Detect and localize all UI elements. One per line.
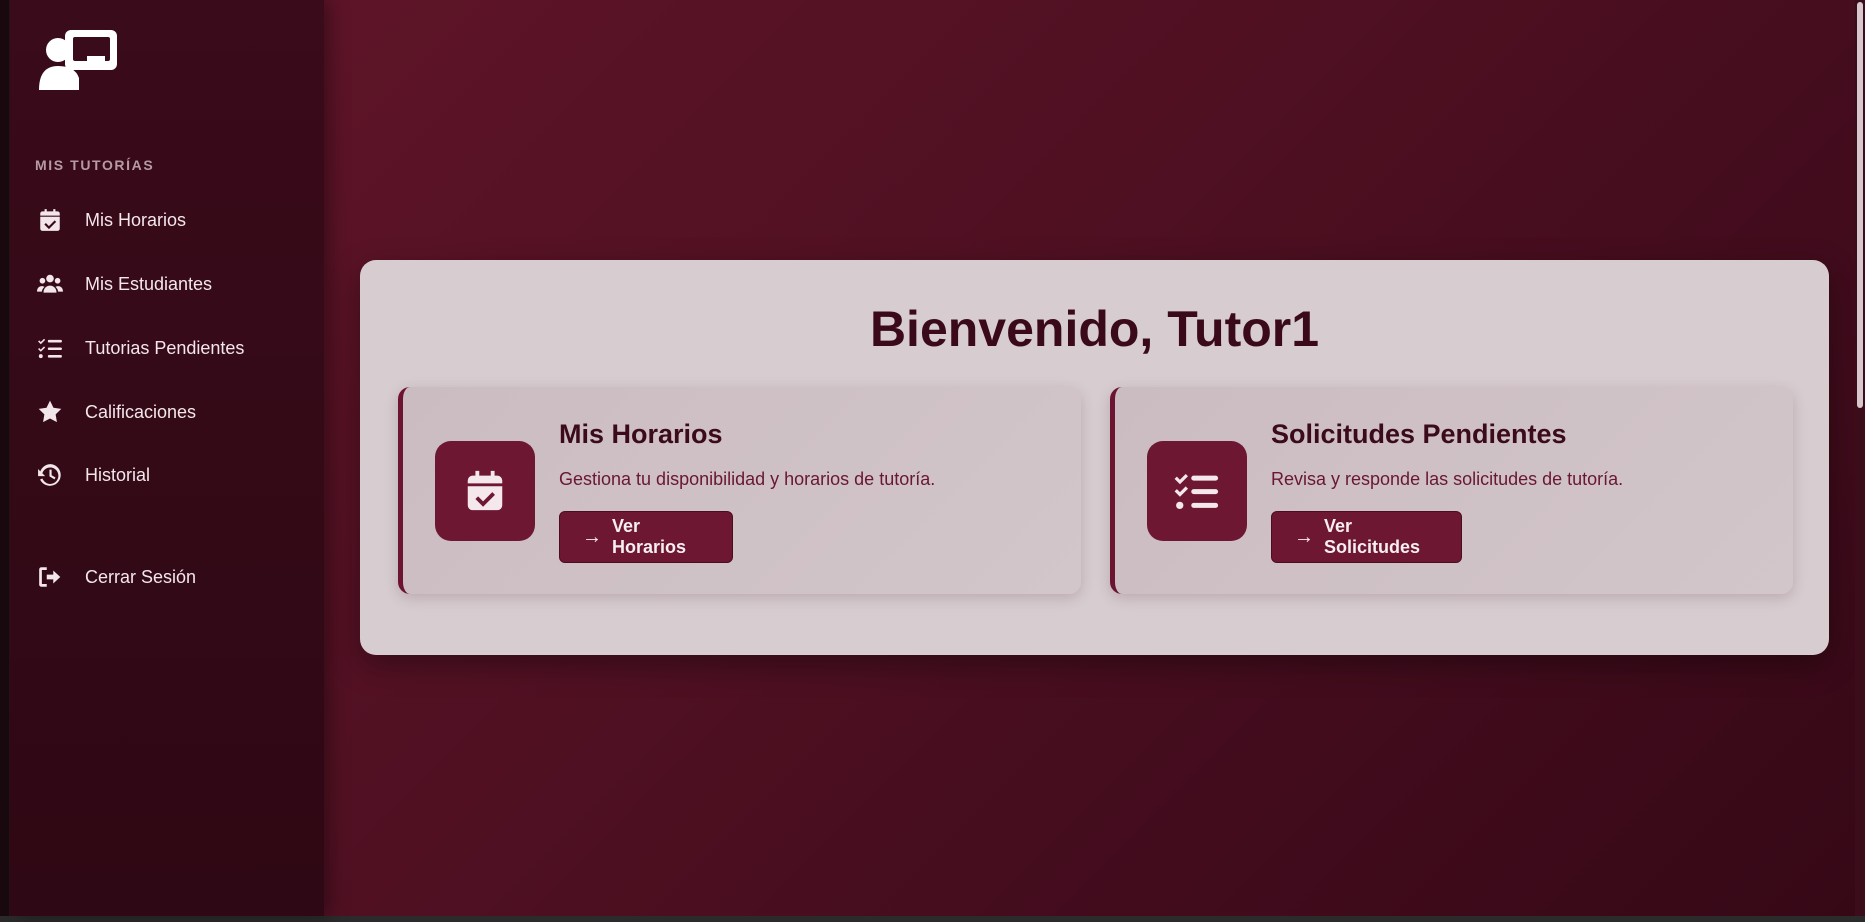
- arrow-right-icon: →: [582, 525, 602, 548]
- list-check-icon: [35, 333, 65, 363]
- vertical-scrollbar[interactable]: [1855, 0, 1865, 916]
- calendar-check-icon: [35, 205, 65, 235]
- sidebar-item-historial[interactable]: Historial: [35, 455, 315, 495]
- card-description: Revisa y responde las solicitudes de tut…: [1271, 469, 1624, 489]
- sidebar-item-tutorias-pendientes[interactable]: Tutorias Pendientes: [35, 328, 315, 368]
- logout-label: Cerrar Sesión: [85, 566, 197, 587]
- scrollbar-thumb[interactable]: [1857, 2, 1863, 408]
- main-content: Bienvenido, Tutor1 Mis Horarios Gestiona…: [324, 0, 1865, 916]
- card-solicitudes-pendientes: Solicitudes Pendientes Revisa y responde…: [1110, 387, 1793, 594]
- sidebar-item-label: Historial: [85, 464, 151, 485]
- calendar-check-icon: [435, 441, 535, 541]
- logout-button[interactable]: Cerrar Sesión: [35, 557, 315, 597]
- sidebar: MIS TUTORÍAS Mis Horarios Mis Estudiante…: [10, 0, 324, 916]
- ver-solicitudes-button[interactable]: → Ver Solicitudes: [1271, 511, 1462, 563]
- sidebar-item-label: Mis Estudiantes: [85, 273, 213, 294]
- sidebar-item-label: Tutorias Pendientes: [85, 337, 245, 358]
- tutor-logo-icon[interactable]: [35, 24, 121, 90]
- users-icon: [35, 269, 65, 299]
- sidebar-item-mis-horarios[interactable]: Mis Horarios: [35, 200, 315, 240]
- button-label: Ver Horarios: [612, 516, 687, 557]
- sidebar-item-mis-estudiantes[interactable]: Mis Estudiantes: [35, 264, 315, 304]
- ver-horarios-button[interactable]: → Ver Horarios: [559, 511, 733, 563]
- card-description: Gestiona tu disponibilidad y horarios de…: [559, 469, 936, 489]
- history-icon: [35, 460, 65, 490]
- bottom-edge: [0, 916, 1865, 922]
- card-mis-horarios: Mis Horarios Gestiona tu disponibilidad …: [398, 387, 1081, 594]
- sidebar-item-label: Calificaciones: [85, 401, 197, 422]
- window-edge: [0, 0, 10, 916]
- sidebar-item-calificaciones[interactable]: Calificaciones: [35, 392, 315, 432]
- list-check-icon: [1147, 441, 1247, 541]
- star-icon: [35, 397, 65, 427]
- welcome-heading: Bienvenido, Tutor1: [869, 301, 1320, 357]
- arrow-right-icon: →: [1294, 525, 1314, 548]
- section-title: MIS TUTORÍAS: [35, 157, 155, 173]
- app-window: MIS TUTORÍAS Mis Horarios Mis Estudiante…: [0, 0, 1865, 916]
- sidebar-item-label: Mis Horarios: [85, 209, 187, 230]
- welcome-panel: Bienvenido, Tutor1 Mis Horarios Gestiona…: [360, 260, 1829, 655]
- card-title: Solicitudes Pendientes: [1271, 419, 1567, 449]
- card-title: Mis Horarios: [559, 419, 723, 449]
- button-label: Ver Solicitudes: [1324, 516, 1421, 557]
- logout-icon: [35, 562, 65, 592]
